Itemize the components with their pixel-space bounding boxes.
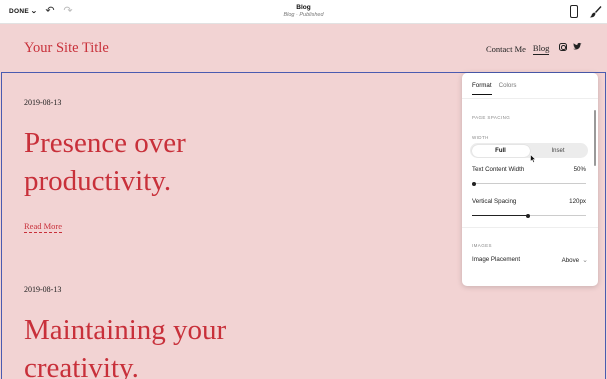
site-nav: Contact Me Blog <box>486 43 562 55</box>
vertical-spacing-label: Vertical Spacing <box>472 198 517 205</box>
tab-format[interactable]: Format <box>472 82 492 95</box>
nav-item-contact[interactable]: Contact Me <box>486 44 526 54</box>
post-title[interactable]: Presence over productivity. <box>24 124 264 200</box>
text-content-width-slider[interactable] <box>472 181 586 186</box>
divider <box>462 227 598 228</box>
post-title[interactable]: Maintaining your creativity. <box>24 311 264 379</box>
text-content-width-value: 50% <box>573 166 586 173</box>
mouse-cursor-icon <box>530 154 537 163</box>
vertical-spacing-value: 120px <box>569 198 586 205</box>
post-date: 2019-08-13 <box>24 285 62 294</box>
width-option-full[interactable]: Full <box>471 144 530 157</box>
image-placement-label: Image Placement <box>472 256 521 263</box>
nav-item-blog[interactable]: Blog <box>532 43 550 55</box>
images-label: IMAGES <box>472 243 492 248</box>
vertical-spacing-slider[interactable] <box>472 213 586 218</box>
width-option-inset[interactable]: Inset <box>529 145 587 157</box>
chevron-down-icon: ⌄ <box>582 257 588 264</box>
editor-toolbar: DONE ⌄ ↶ ↷ Blog Blog · Published <box>0 0 607 24</box>
width-toggle[interactable]: Full Inset <box>470 143 588 158</box>
image-placement-value: Above <box>561 256 580 264</box>
width-label: WIDTH <box>472 135 489 140</box>
read-more-link[interactable]: Read More <box>24 221 63 233</box>
slider-knob[interactable] <box>472 181 476 186</box>
page-status: Blog · Published <box>283 12 324 18</box>
instagram-icon[interactable] <box>559 43 567 51</box>
mobile-icon[interactable] <box>570 5 578 18</box>
format-panel: Format Colors PAGE SPACING WIDTH Full In… <box>462 73 598 286</box>
post-date: 2019-08-13 <box>24 98 62 107</box>
divider <box>462 98 598 99</box>
paintbrush-icon[interactable] <box>589 5 602 18</box>
twitter-icon[interactable] <box>573 42 582 51</box>
slider-fill <box>472 215 528 216</box>
site-title[interactable]: Your Site Title <box>24 40 109 57</box>
tab-colors[interactable]: Colors <box>499 82 517 95</box>
panel-scrollbar[interactable] <box>594 110 596 166</box>
page-title: Blog <box>296 4 311 11</box>
panel-tabs: Format Colors <box>472 82 517 95</box>
site-header: Your Site Title Contact Me Blog <box>0 24 607 72</box>
image-placement-select[interactable]: Above ⌄ <box>561 256 588 265</box>
text-content-width-label: Text Content Width <box>472 166 525 173</box>
slider-knob[interactable] <box>525 213 530 218</box>
page-spacing-label: PAGE SPACING <box>472 115 511 120</box>
